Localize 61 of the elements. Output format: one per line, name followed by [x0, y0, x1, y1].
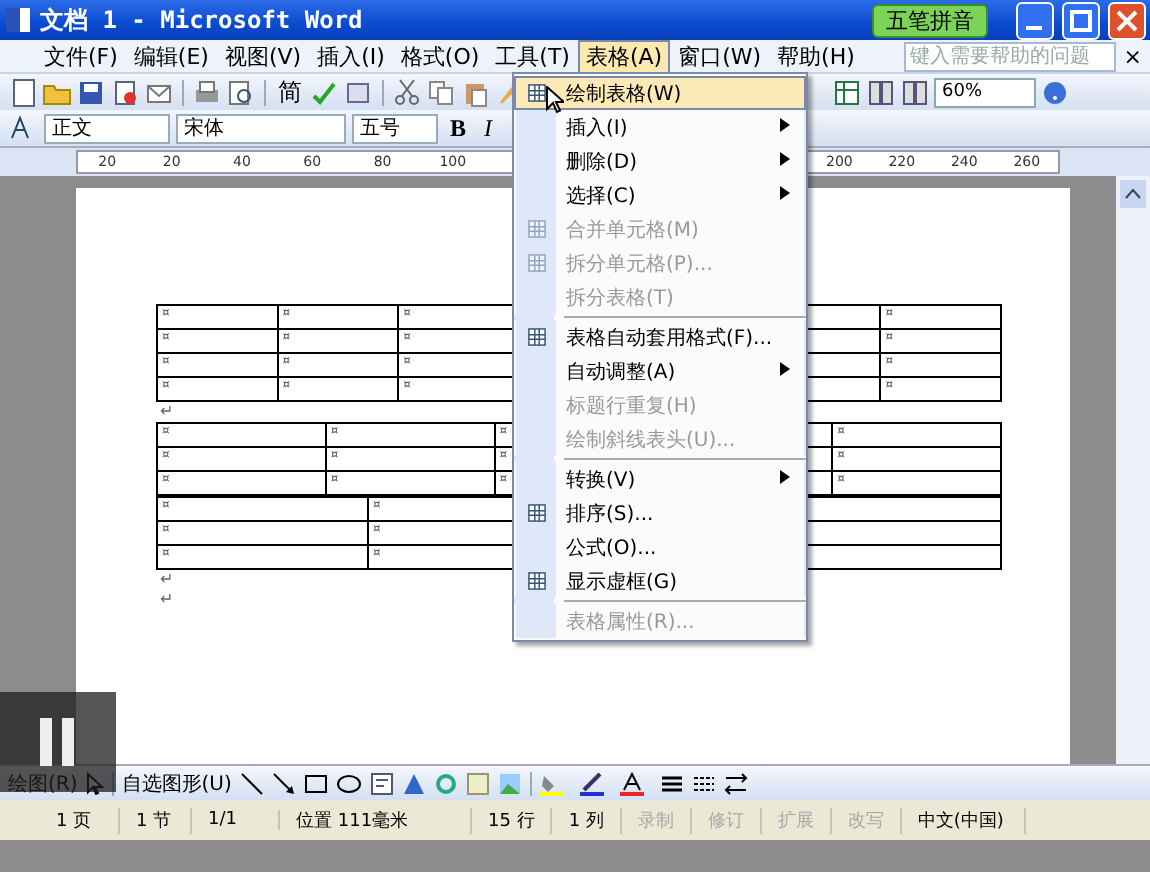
status-text: 1 列 — [552, 807, 622, 833]
menu-item[interactable]: 排序(S)... — [514, 496, 806, 530]
menu-item[interactable]: 绘制表格(W) — [514, 76, 806, 110]
ime-toolbar-badge[interactable]: 五笔拼音 — [872, 3, 988, 37]
paragraph-mark: ↵ — [158, 570, 174, 590]
menu-item[interactable]: 显示虚框(G) — [514, 564, 806, 598]
menu-item-label: 合并单元格(M) — [564, 217, 699, 243]
menu-item[interactable]: 转换(V) — [514, 462, 806, 496]
paragraph-mark: ↵ — [158, 402, 174, 422]
menu-item[interactable]: 自动调整(A) — [514, 354, 806, 388]
menu-item[interactable]: 工具(T) — [487, 39, 578, 73]
menu-item-label: 自动调整(A) — [564, 359, 676, 385]
menu-item[interactable]: 插入(I) — [309, 39, 393, 73]
paragraph-mark: ↵ — [158, 590, 174, 610]
status-text: 录制 — [621, 807, 692, 833]
menu-item[interactable]: 删除(D) — [514, 144, 806, 178]
status-text: 修订 — [691, 807, 762, 833]
italic-button[interactable]: I — [478, 113, 499, 143]
menu-item-label: 标题行重复(H) — [564, 393, 697, 419]
status-text: 1 节 — [120, 807, 192, 833]
menu-item-label: 转换(V) — [564, 467, 636, 493]
status-text: 位置 111毫米 — [280, 807, 472, 833]
menu-item-label: 表格属性(R)... — [564, 609, 695, 635]
chinese-conversion-button[interactable]: 简 — [274, 75, 306, 109]
menu-item[interactable]: 帮助(H) — [769, 39, 863, 73]
menu-item[interactable]: 表格自动套用格式(F)... — [514, 320, 806, 354]
style-dropdown[interactable]: 正文 — [44, 113, 170, 143]
menu-item-label: 拆分表格(T) — [564, 285, 674, 311]
menu-item[interactable]: 插入(I) — [514, 110, 806, 144]
menu-item-label: 排序(S)... — [564, 501, 654, 527]
bold-button[interactable]: B — [444, 113, 473, 143]
menu-item[interactable]: 选择(C) — [514, 178, 806, 212]
status-text: 1/1 — [192, 810, 280, 830]
menu-item-label: 选择(C) — [564, 183, 636, 209]
menu-item[interactable]: 表格(A) — [577, 39, 671, 73]
menu-item[interactable]: 视图(V) — [216, 39, 310, 73]
menu-item[interactable]: 格式(O) — [392, 39, 488, 73]
menu-item[interactable]: 文件(F) — [36, 39, 126, 73]
menu-item[interactable]: 公式(O)... — [514, 530, 806, 564]
menu-item-label: 显示虚框(G) — [564, 569, 678, 595]
status-text: 改写 — [831, 807, 902, 833]
menu-item[interactable]: 窗口(W) — [670, 39, 770, 73]
status-text: 1 页 — [40, 807, 120, 833]
menu-item-label: 表格自动套用格式(F)... — [564, 325, 773, 351]
menu-item-label: 公式(O)... — [564, 535, 657, 561]
font-dropdown[interactable]: 宋体 — [176, 113, 346, 143]
autoshapes-menu-button[interactable]: 自选图形(U) — [121, 769, 232, 797]
status-text: 中文(中国) — [901, 807, 1026, 833]
close-document-button[interactable]: × — [1115, 43, 1150, 69]
status-text: 15 行 — [472, 807, 553, 833]
menu-item-label: 插入(I) — [564, 115, 628, 141]
menu-item-label: 绘制表格(W) — [564, 81, 682, 107]
status-text: 扩展 — [761, 807, 832, 833]
menu-item[interactable]: 编辑(E) — [125, 39, 217, 73]
menu-item-label: 拆分单元格(P)... — [564, 251, 713, 277]
menu-item-label: 绘制斜线表头(U)... — [564, 427, 736, 453]
menu-item-label: 删除(D) — [564, 149, 638, 175]
window-title: 文档 1 - Microsoft Word — [40, 3, 363, 37]
help-search-field[interactable]: 键入需要帮助的问题 — [903, 41, 1116, 71]
font-size-dropdown[interactable]: 五号 — [352, 113, 438, 143]
zoom-field[interactable]: 60% — [934, 77, 1036, 107]
